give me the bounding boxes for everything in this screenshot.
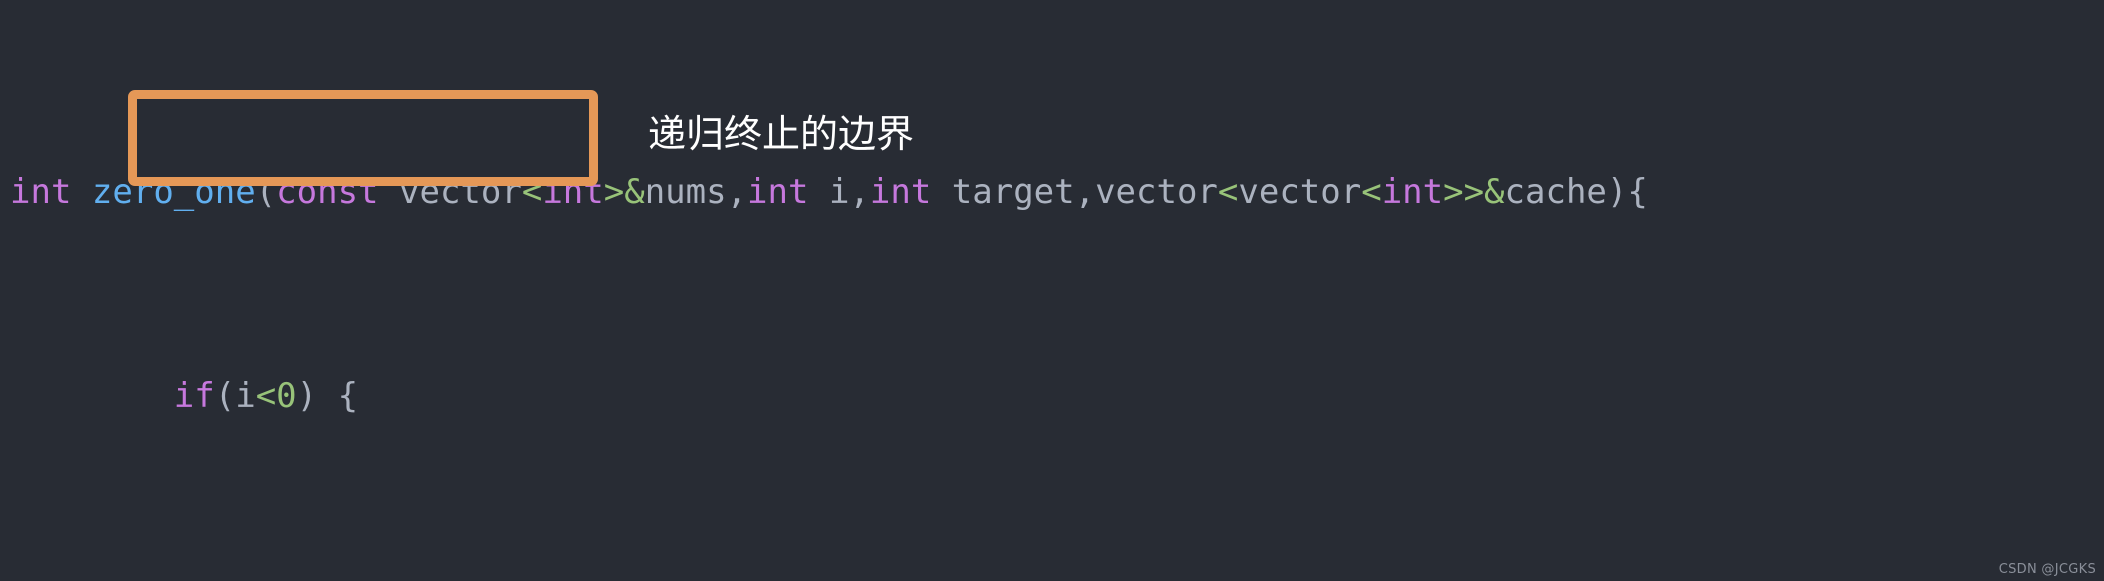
code-editor-content[interactable]: int zero_one(const vector<int>&nums,int … <box>0 14 2104 581</box>
code-line-3-highlighted: if(target<=0) return 1; <box>0 575 2104 581</box>
token-keyword: int <box>542 172 604 212</box>
token-keyword: int <box>747 172 809 212</box>
token-operator: < <box>255 376 277 416</box>
token-operator: < <box>1361 172 1382 212</box>
token-identifier: i, <box>808 172 870 212</box>
token-punct: { <box>317 376 359 416</box>
code-line-2: if(i<0) { <box>0 371 2104 422</box>
token-keyword: int <box>1381 172 1444 212</box>
token-function-name: zero_one <box>91 172 256 212</box>
token-type: vector <box>399 172 522 212</box>
token-keyword: const <box>276 172 379 212</box>
token-punct: ) <box>296 376 318 416</box>
annotation-label: 递归终止的边界 <box>648 112 915 156</box>
token-keyword: int <box>869 172 932 212</box>
token-operator: >>& <box>1443 172 1505 212</box>
token-keyword: int <box>10 172 72 212</box>
token-punct: ( <box>255 172 277 212</box>
token-keyword: if <box>173 376 215 416</box>
code-line-1: int zero_one(const vector<int>&nums,int … <box>0 167 2104 218</box>
code-screenshot: int zero_one(const vector<int>&nums,int … <box>0 0 2104 581</box>
watermark-text: CSDN @JCGKS <box>1998 562 2096 577</box>
token-number: 0 <box>276 376 297 416</box>
token-operator: < <box>521 172 543 212</box>
token-identifier: cache){ <box>1504 172 1648 212</box>
token-operator: >& <box>603 172 645 212</box>
token-identifier: target,vector <box>931 172 1218 212</box>
token-identifier: i <box>235 376 256 416</box>
token-identifier: nums, <box>644 172 748 212</box>
token-punct: ( <box>214 376 236 416</box>
token-type: vector <box>1238 172 1362 212</box>
token-operator: < <box>1217 172 1239 212</box>
